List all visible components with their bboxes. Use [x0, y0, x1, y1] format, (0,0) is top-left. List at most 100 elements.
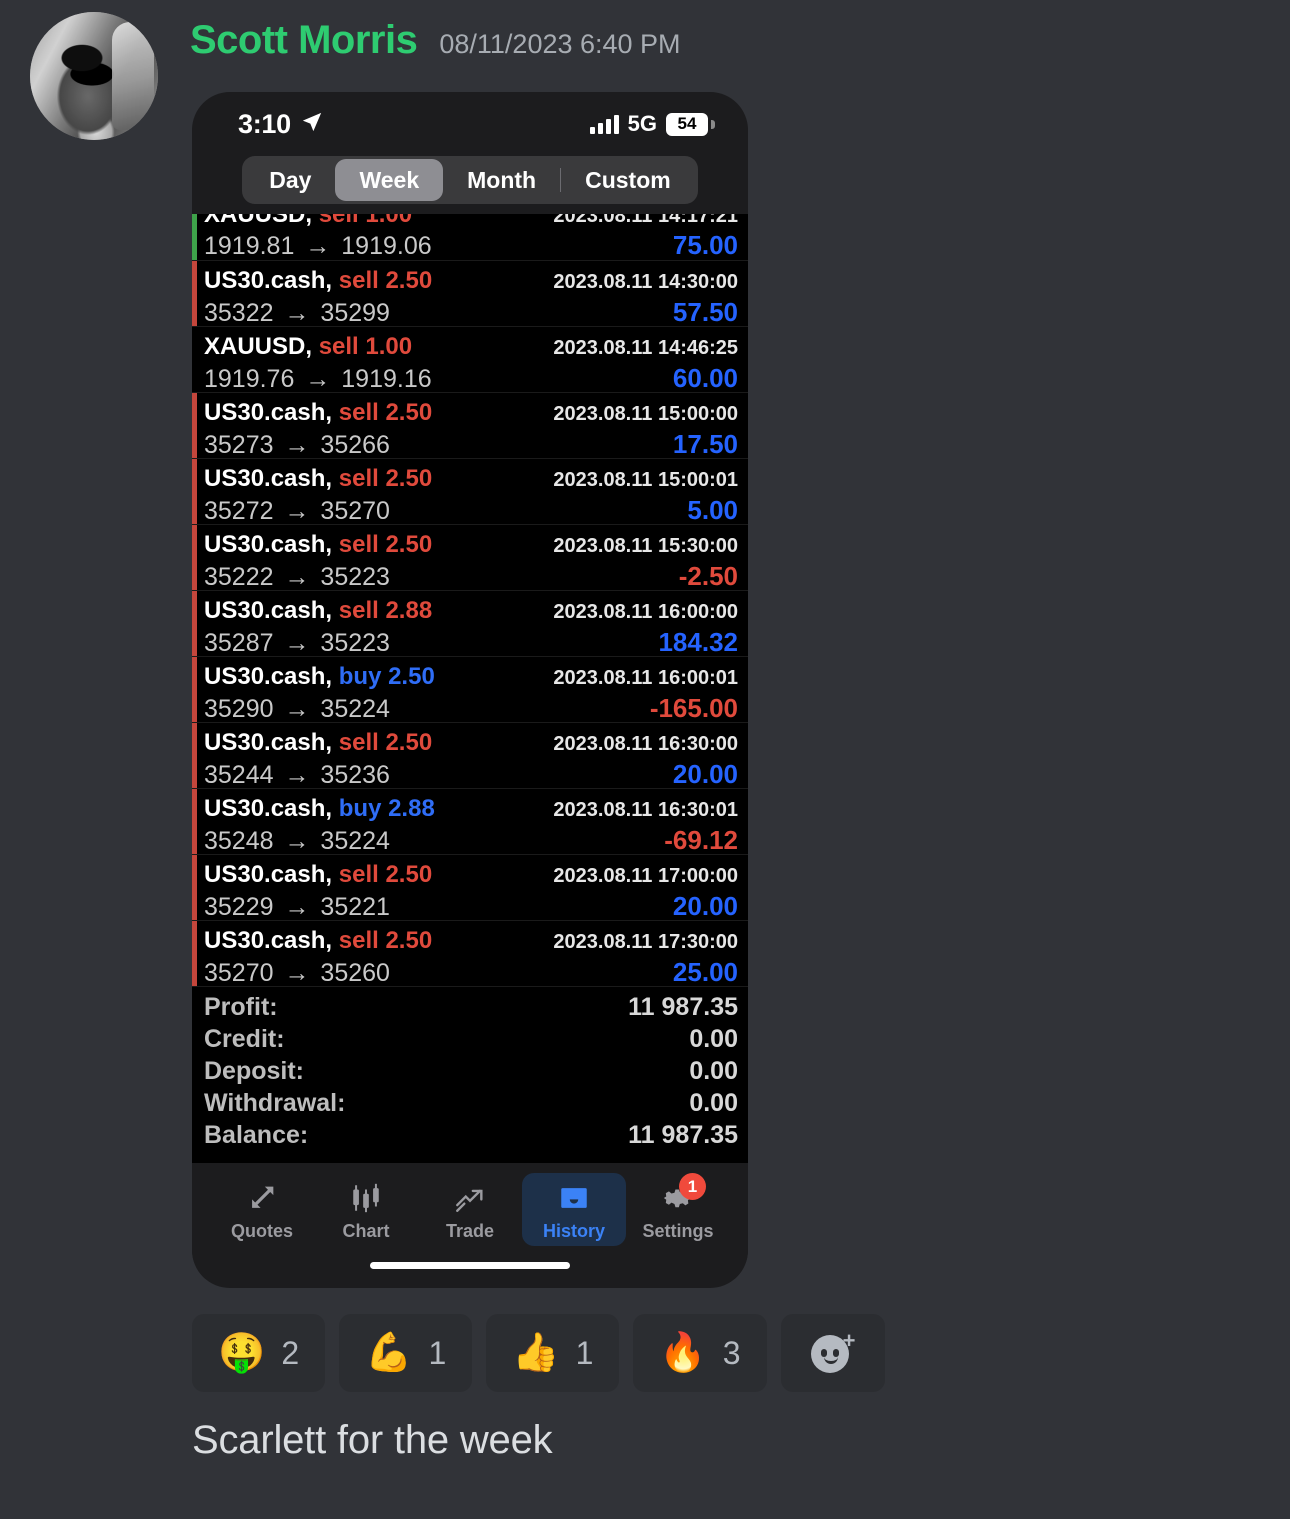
trade-row[interactable]: US30.cash, sell 2.50 2023.08.11 17:30:00 3… [192, 921, 748, 987]
trade-direction-bar [192, 921, 197, 986]
tab-label: Chart [342, 1221, 390, 1241]
summary-value: 11 987.35 [628, 993, 738, 1021]
arrow-right-icon: → [284, 695, 310, 723]
two-way-arrow-icon [245, 1179, 279, 1217]
summary-label: Balance: [204, 1121, 309, 1149]
fire-icon: 🔥 [659, 1332, 707, 1374]
add-reaction-button[interactable]: + [780, 1314, 885, 1392]
trade-profit: 20.00 [672, 891, 738, 921]
trade-prices: 35248 → 35224 [204, 827, 390, 855]
trade-row[interactable]: US30.cash, sell 2.50 2023.08.11 14:30:00 3… [192, 261, 748, 327]
trade-side: sell 1.00 [318, 214, 413, 228]
trade-time: 2023.08.11 17:00:00 [553, 865, 738, 887]
tab-label: Quotes [230, 1221, 293, 1241]
bottom-tab-bar[interactable]: Quotes Chart Trade History Settings 1 [192, 1163, 748, 1251]
trade-side: buy 2.50 [338, 663, 435, 690]
summary-row: Credit: 0.00 [204, 1025, 738, 1057]
summary-row: Balance: 11 987.35 [204, 1121, 738, 1153]
summary-row: Withdrawal: 0.00 [204, 1089, 738, 1121]
trade-profit: -165.00 [649, 693, 738, 723]
trade-time: 2023.08.11 17:30:00 [553, 931, 738, 953]
reaction-flexed-biceps[interactable]: 💪 1 [339, 1314, 473, 1392]
message-timestamp: 08/11/2023 6:40 PM [439, 29, 681, 59]
candlestick-icon [349, 1179, 383, 1217]
trade-side: sell 2.50 [338, 927, 433, 954]
summary-label: Profit: [204, 993, 278, 1021]
trade-row[interactable]: US30.cash, buy 2.50 2023.08.11 16:00:01 35… [192, 657, 748, 723]
tab-label: History [542, 1221, 605, 1241]
avatar[interactable] [30, 12, 158, 140]
trade-time: 2023.08.11 15:00:00 [553, 403, 738, 425]
tab-week[interactable]: Week [335, 159, 444, 201]
avatar-photo [30, 12, 158, 140]
network-label: 5G [627, 111, 657, 136]
trade-symbol: US30.cash, sell 2.50 [204, 465, 433, 492]
tab-trade[interactable]: Trade [418, 1173, 522, 1246]
trade-row[interactable]: US30.cash, sell 2.50 2023.08.11 15:00:00 3… [192, 393, 748, 459]
arrow-right-icon: → [305, 232, 331, 260]
phone-status-bar: 3:10 5G 54 [192, 92, 748, 150]
trade-direction-bar [192, 591, 197, 656]
trade-side: sell 1.00 [318, 333, 413, 360]
tab-day[interactable]: Day [245, 159, 335, 201]
tab-history[interactable]: History [522, 1173, 626, 1246]
summary-value: 11 987.35 [628, 1121, 738, 1149]
arrow-right-icon: → [284, 497, 310, 525]
reaction-thumbs-up[interactable]: 👍 1 [486, 1314, 620, 1392]
message-author[interactable]: Scott Morris [190, 18, 418, 63]
reaction-money-mouth-face[interactable]: 🤑 2 [192, 1314, 326, 1392]
trade-row[interactable]: XAUUSD, sell 1.00 2023.08.11 14:46:25 1919… [192, 327, 748, 393]
trade-symbol: US30.cash, buy 2.50 [204, 663, 435, 690]
trade-direction-bar [192, 855, 197, 920]
tab-settings[interactable]: Settings 1 [626, 1173, 730, 1246]
trade-profit: 20.00 [672, 759, 738, 789]
arrow-right-icon: → [284, 827, 310, 855]
tab-month[interactable]: Month [443, 159, 560, 201]
trade-symbol: XAUUSD, sell 1.00 [204, 333, 413, 360]
trade-row[interactable]: US30.cash, buy 2.88 2023.08.11 16:30:01 35… [192, 789, 748, 855]
history-list[interactable]: XAUUSD, sell 1.00 2023.08.11 14:17:21 1919… [192, 214, 748, 987]
trade-row[interactable]: US30.cash, sell 2.50 2023.08.11 15:30:00 3… [192, 525, 748, 591]
trade-prices: 35222 → 35223 [204, 563, 390, 591]
trade-row[interactable]: US30.cash, sell 2.50 2023.08.11 16:30:00 3… [192, 723, 748, 789]
screenshot-attachment[interactable]: 3:10 5G 54 Day Week Month Custom XAUUSD,… [192, 92, 748, 1288]
trade-row[interactable]: US30.cash, sell 2.88 2023.08.11 16:00:00 3… [192, 591, 748, 657]
trade-side: sell 2.50 [338, 531, 433, 558]
reaction-fire[interactable]: 🔥 3 [633, 1314, 767, 1392]
trade-prices: 35287 → 35223 [204, 629, 390, 657]
tab-label: Settings [642, 1221, 714, 1241]
trade-profit: 57.50 [672, 297, 738, 327]
reactions-row[interactable]: 🤑 2 💪 1 👍 1 🔥 3 + [192, 1314, 885, 1392]
trade-symbol: US30.cash, sell 2.50 [204, 861, 433, 888]
trade-direction-bar [192, 214, 197, 260]
segmented-control[interactable]: Day Week Month Custom [242, 156, 698, 204]
trade-side: sell 2.50 [338, 399, 433, 426]
trade-prices: 1919.76 → 1919.16 [204, 365, 432, 393]
location-arrow-icon [301, 111, 323, 138]
status-bar-left: 3:10 [238, 109, 323, 140]
trade-row[interactable]: US30.cash, sell 2.50 2023.08.11 17:00:00 3… [192, 855, 748, 921]
status-bar-right: 5G 54 [589, 111, 715, 137]
tab-quotes[interactable]: Quotes [210, 1173, 314, 1246]
trade-side: buy 2.88 [338, 795, 435, 822]
trade-row[interactable]: XAUUSD, sell 1.00 2023.08.11 14:17:21 1919… [192, 214, 748, 261]
trade-side: sell 2.50 [338, 861, 433, 888]
tab-chart[interactable]: Chart [314, 1173, 418, 1246]
trade-time: 2023.08.11 14:17:21 [553, 214, 738, 227]
trade-symbol: US30.cash, sell 2.88 [204, 597, 433, 624]
summary-label: Credit: [204, 1025, 285, 1053]
trade-profit: 75.00 [672, 230, 738, 260]
trade-row[interactable]: US30.cash, sell 2.50 2023.08.11 15:00:01 3… [192, 459, 748, 525]
tab-custom[interactable]: Custom [561, 159, 695, 201]
trade-direction-bar [192, 789, 197, 854]
summary-value: 0.00 [689, 1025, 738, 1053]
trade-side: sell 2.50 [338, 465, 433, 492]
arrow-right-icon: → [284, 431, 310, 459]
status-bar-clock: 3:10 [238, 108, 291, 139]
trade-prices: 35229 → 35221 [204, 893, 390, 921]
arrow-right-icon: → [284, 959, 310, 987]
trade-prices: 35270 → 35260 [204, 959, 390, 987]
trade-prices: 35272 → 35270 [204, 497, 390, 525]
battery-icon: 54 [666, 112, 715, 136]
summary-row: Profit: 11 987.35 [204, 993, 738, 1025]
